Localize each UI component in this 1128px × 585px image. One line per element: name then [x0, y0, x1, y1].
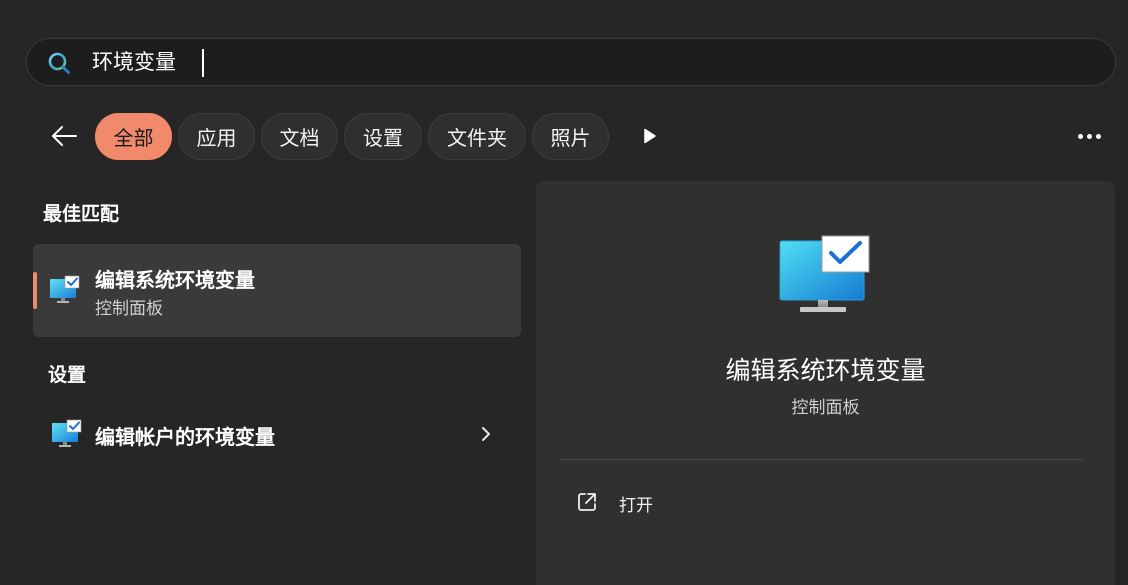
- preview-panel: 编辑系统环境变量 控制面板 打开: [536, 181, 1115, 585]
- monitor-check-icon: [52, 419, 82, 447]
- more-options-button[interactable]: [1070, 120, 1108, 152]
- back-button[interactable]: [44, 118, 84, 154]
- best-match-heading: 最佳匹配: [43, 203, 120, 225]
- open-external-icon: [578, 493, 596, 511]
- divider: [560, 459, 1084, 460]
- search-icon: [48, 52, 70, 74]
- filter-chip-documents[interactable]: 文档: [261, 113, 338, 160]
- preview-subtitle: 控制面板: [791, 398, 860, 418]
- best-match-title: 编辑系统环境变量: [95, 268, 255, 292]
- settings-result-item[interactable]: 编辑帐户的环境变量: [33, 408, 521, 460]
- filter-chip-all[interactable]: 全部: [95, 113, 172, 160]
- open-label: 打开: [619, 496, 653, 516]
- play-icon: [644, 128, 656, 144]
- selection-indicator: [33, 272, 37, 309]
- more-filters-button[interactable]: [636, 122, 664, 150]
- text-caret: [202, 49, 204, 77]
- best-match-result[interactable]: 编辑系统环境变量 控制面板: [33, 244, 521, 337]
- filter-chip-settings[interactable]: 设置: [344, 113, 422, 160]
- filter-chip-folders[interactable]: 文件夹: [428, 113, 526, 160]
- filter-chip-apps[interactable]: 应用: [178, 113, 255, 160]
- search-input[interactable]: 环境变量: [92, 49, 176, 75]
- monitor-check-icon: [779, 235, 870, 312]
- more-horizontal-icon: [1076, 133, 1103, 139]
- search-box[interactable]: 环境变量: [26, 38, 1116, 86]
- best-match-subtitle: 控制面板: [95, 299, 163, 319]
- settings-heading: 设置: [48, 364, 87, 386]
- filter-chip-photos[interactable]: 照片: [532, 113, 609, 160]
- open-button[interactable]: 打开: [566, 484, 766, 524]
- preview-title: 编辑系统环境变量: [725, 356, 926, 385]
- chevron-right-icon: [482, 427, 490, 441]
- settings-item-title: 编辑帐户的环境变量: [95, 425, 275, 449]
- monitor-check-icon: [50, 275, 80, 303]
- start-search-window: 环境变量 全部 应用 文档 设置 文件夹 照片 最佳匹配 编辑系统环境变量 控制…: [0, 0, 1128, 585]
- arrow-left-icon: [52, 126, 77, 146]
